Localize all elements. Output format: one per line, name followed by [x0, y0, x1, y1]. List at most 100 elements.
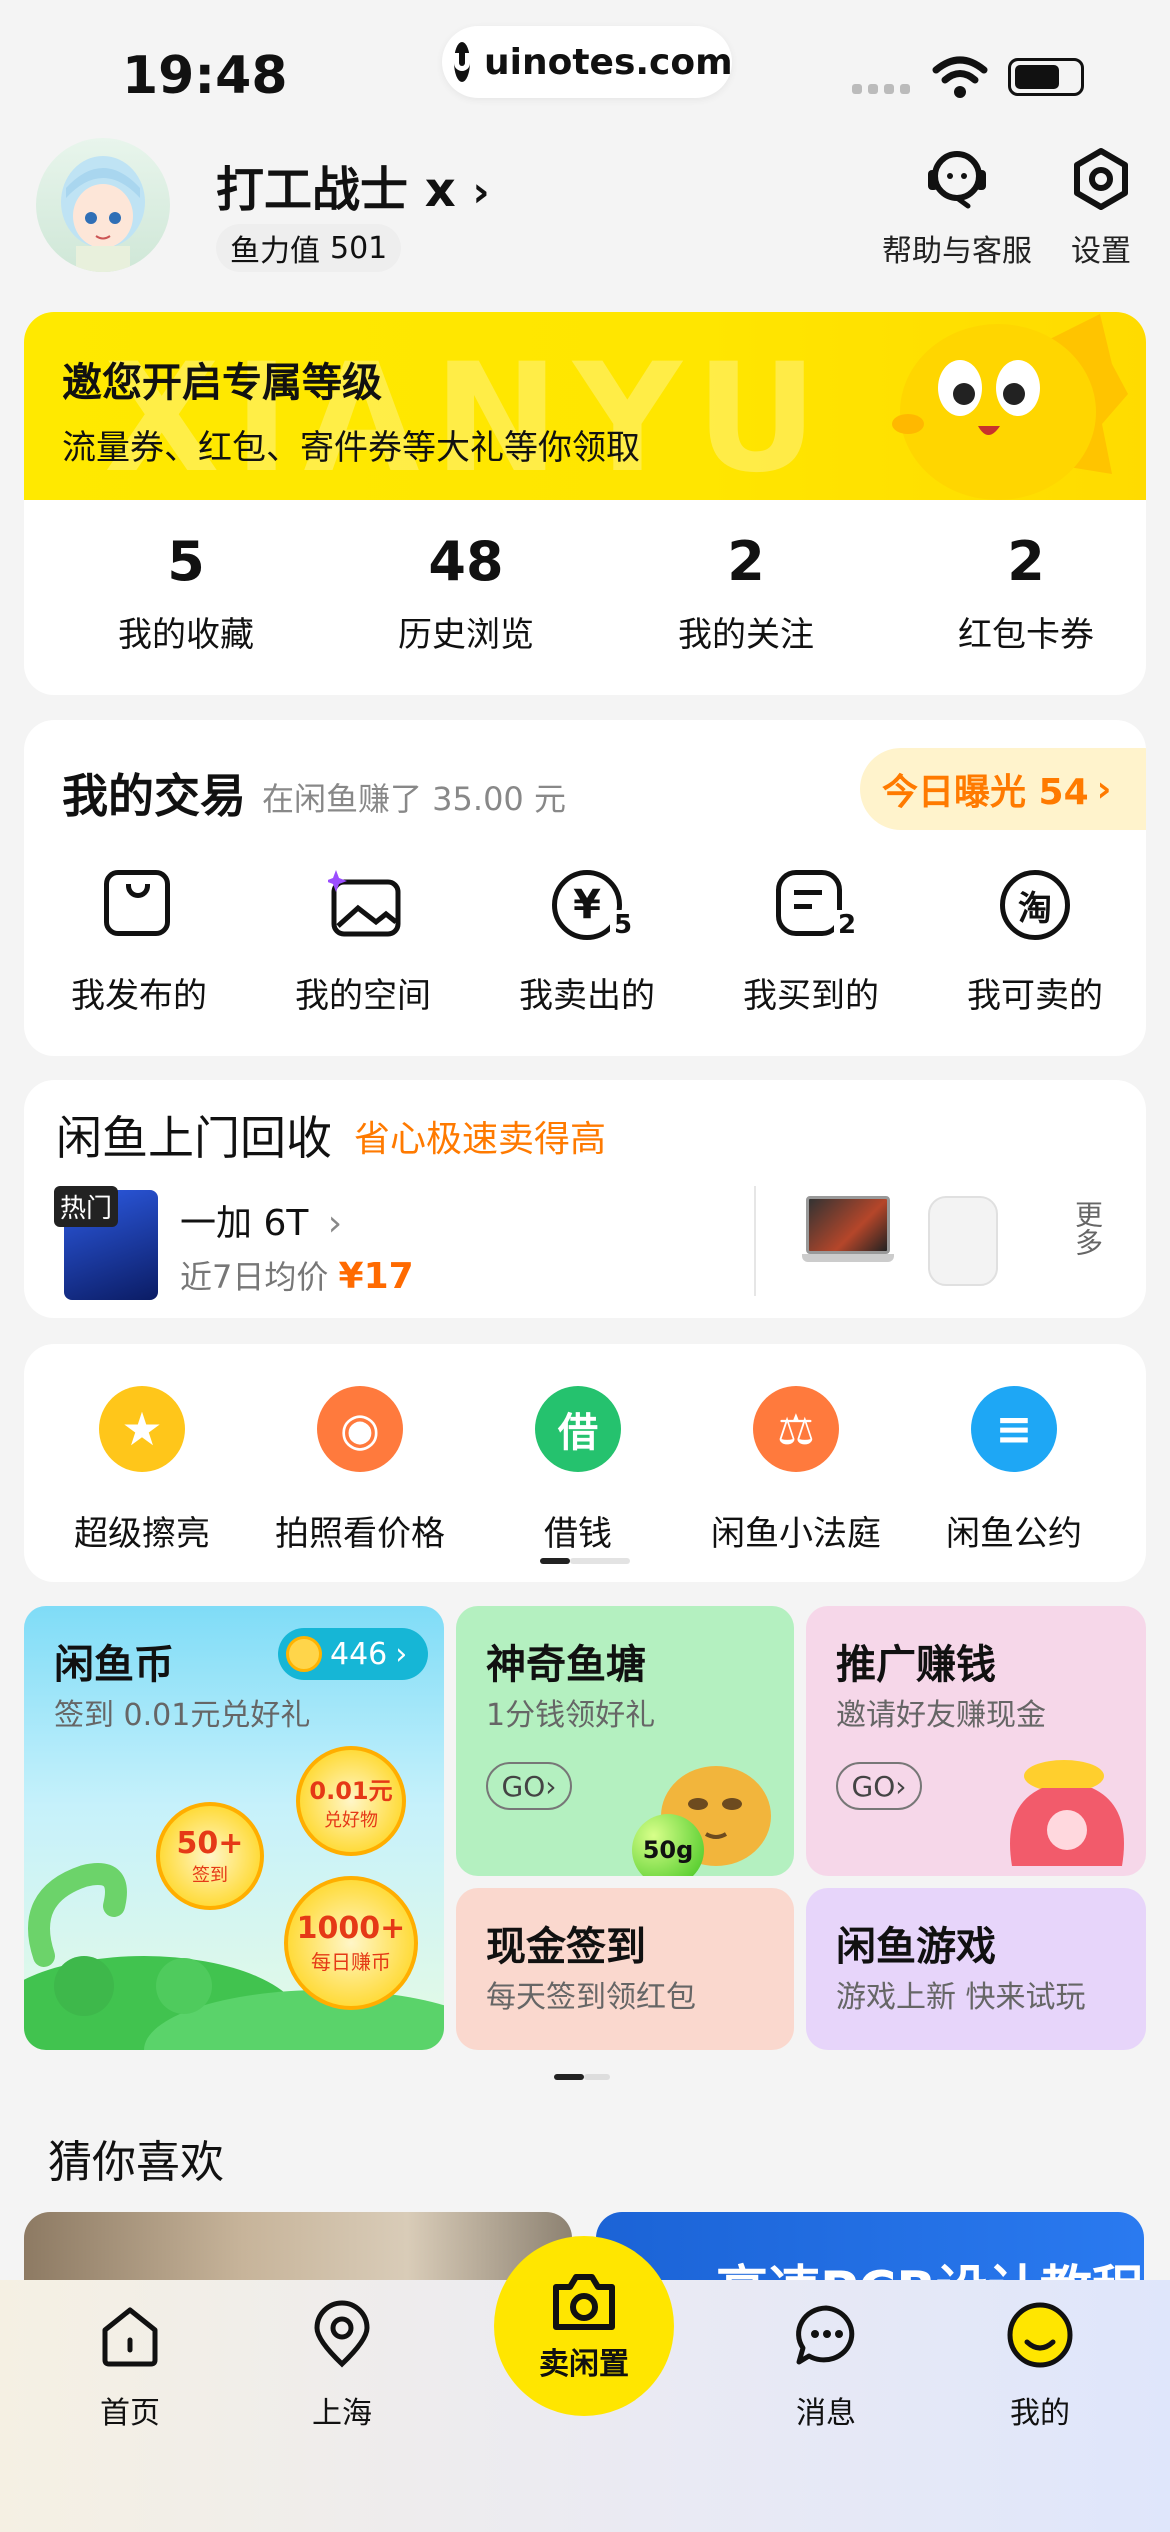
tab-label: 我的 [1010, 2396, 1070, 2431]
promo-go-button[interactable]: GO › [836, 1762, 922, 1810]
stat-favorites-label: 我的收藏 [118, 615, 254, 655]
money-bag-icon [1010, 1760, 1124, 1866]
help-label: 帮助与客服 [882, 234, 1032, 269]
pond-weight: 50g [642, 1836, 694, 1864]
tab-label: 上海 [312, 2396, 372, 2431]
tab-location[interactable]: 上海 [262, 2300, 422, 2432]
device-name[interactable]: 一加 6T › [180, 1194, 342, 1246]
me-icon [1007, 2302, 1073, 2368]
chevron-right-icon: › [1096, 768, 1112, 810]
feature-polish[interactable]: ★ 超级擦亮 [32, 1386, 252, 1555]
games-tile[interactable]: 闲鱼游戏 游戏上新 快来试玩 [806, 1888, 1146, 2050]
go-text: GO [851, 1769, 896, 1803]
earbuds-image[interactable] [928, 1196, 998, 1286]
sparkle-star-icon: ★ [99, 1386, 185, 1472]
tab-home[interactable]: 首页 [50, 2300, 210, 2432]
pond-weight-ball: 50g [632, 1814, 704, 1876]
recycle-title: 闲鱼上门回收 [56, 1111, 332, 1165]
message-icon [796, 2305, 855, 2365]
trade-space[interactable]: 我的空间 [258, 870, 468, 1017]
laptop-image[interactable] [802, 1196, 894, 1286]
feature-label: 超级擦亮 [74, 1514, 210, 1554]
banner-title: 邀您开启专属等级 [62, 360, 382, 406]
more-button[interactable]: 更多 [1070, 1200, 1110, 1264]
exchange-coin-small: 兑好物 [324, 1809, 378, 1831]
tab-label: 消息 [796, 2396, 856, 2431]
feature-borrow[interactable]: 借 借钱 [468, 1386, 688, 1555]
feature-convention[interactable]: ≡ 闲鱼公约 [904, 1386, 1124, 1555]
feature-label: 借钱 [544, 1514, 612, 1554]
home-icon [102, 2307, 158, 2367]
promo-page-indicator [554, 2074, 610, 2080]
avatar[interactable] [36, 138, 170, 272]
level-banner-card: XIANYU 邀您开启专属等级 流量券、红包、寄件券等大礼等你领取 5 我的收藏… [24, 312, 1146, 695]
stat-coupons-label: 红包卡券 [958, 615, 1094, 655]
coin-subtitle: 签到 0.01元兑好礼 [54, 1698, 311, 1733]
recycle-card[interactable]: 闲鱼上门回收 省心极速卖得高 热门 一加 6T › 近7日均价 ¥17 更多 [24, 1080, 1146, 1318]
coin-tile[interactable]: 闲鱼币 446 › 签到 0.01元兑好礼 50+ 签到 0.01元 兑好物 1… [24, 1606, 444, 2050]
guess-title: 猜你喜欢 [48, 2137, 224, 2188]
daily-coin: 1000+ 每日赚币 [284, 1876, 418, 2010]
pond-title: 神奇鱼塘 [486, 1642, 646, 1688]
chevron-right-icon: › [327, 1203, 343, 1244]
stat-following-value: 2 [727, 530, 765, 593]
trade-label: 我买到的 [743, 976, 879, 1016]
trade-label: 我可卖的 [967, 976, 1103, 1016]
help-service-button[interactable]: 帮助与客服 [878, 146, 1036, 270]
page-indicator [540, 1558, 630, 1564]
feature-label: 拍照看价格 [275, 1514, 445, 1554]
sell-button[interactable]: 卖闲置 [494, 2236, 674, 2416]
trade-sold[interactable]: ¥ 5 我卖出的 [482, 870, 692, 1017]
bag-icon [104, 870, 174, 940]
stat-coupons[interactable]: 2 红包卡券 [886, 530, 1146, 656]
level-banner[interactable]: XIANYU 邀您开启专属等级 流量券、红包、寄件券等大礼等你领取 [24, 312, 1146, 506]
promo-earn-tile[interactable]: 推广赚钱 邀请好友赚现金 GO › [806, 1606, 1146, 1876]
user-name-text: 打工战士 x [216, 162, 456, 218]
trade-sold-badge: 5 [610, 910, 637, 940]
exchange-coin: 0.01元 兑好物 [296, 1746, 406, 1856]
borrow-icon: 借 [535, 1386, 621, 1472]
feature-court[interactable]: ⚖ 闲鱼小法庭 [686, 1386, 906, 1555]
cash-signin-tile[interactable]: 现金签到 每天签到领红包 [456, 1888, 794, 2050]
cash-subtitle: 每天签到领红包 [486, 1980, 696, 2015]
trade-published[interactable]: 我发布的 [34, 870, 244, 1017]
stat-history-label: 历史浏览 [398, 615, 534, 655]
pond-tile[interactable]: 神奇鱼塘 1分钱领好礼 GO › 50g [456, 1606, 794, 1876]
power-value: 501 [330, 230, 388, 266]
stat-favorites[interactable]: 5 我的收藏 [46, 530, 326, 656]
wifi-icon [932, 56, 988, 98]
fish-power-badge[interactable]: 鱼力值 501 [216, 224, 402, 272]
tao-icon: 淘 [1000, 870, 1070, 940]
trade-sellable[interactable]: 淘 我可卖的 [930, 870, 1140, 1017]
pond-go-button[interactable]: GO › [486, 1762, 572, 1810]
daily-coin-big: 1000+ [296, 1911, 406, 1946]
tab-me[interactable]: 我的 [960, 2300, 1120, 2432]
trade-bought-badge: 2 [834, 910, 861, 940]
exposure-pill[interactable]: 今日曝光 54 › [860, 748, 1146, 830]
url-pill: uinotes.com [442, 26, 733, 98]
device-name-text: 一加 6T [180, 1203, 309, 1244]
exchange-coin-big: 0.01元 [309, 1776, 393, 1805]
stat-following[interactable]: 2 我的关注 [606, 530, 886, 656]
coin-badge-value: 446 [330, 1636, 388, 1672]
url-text: uinotes.com [484, 41, 733, 83]
tab-messages[interactable]: 消息 [746, 2300, 906, 2432]
stat-history[interactable]: 48 历史浏览 [326, 530, 606, 656]
coin-badge[interactable]: 446 › [278, 1628, 428, 1680]
coin-title: 闲鱼币 [54, 1642, 174, 1688]
trade-bought[interactable]: 2 我买到的 [706, 870, 916, 1017]
avg-price: 近7日均价 ¥17 [180, 1252, 414, 1298]
divider [754, 1186, 756, 1296]
user-name[interactable]: 打工战士 x › [216, 150, 490, 220]
feature-label: 闲鱼小法庭 [711, 1514, 881, 1554]
image-sparkle-icon [325, 870, 401, 940]
cellular-signal-icon [852, 84, 910, 94]
chevron-right-icon: › [895, 1769, 907, 1803]
settings-button[interactable]: 设置 [1062, 146, 1140, 270]
trade-title: 我的交易 [62, 769, 246, 823]
tab-label: 首页 [100, 2396, 160, 2431]
signin-coin-small: 签到 [192, 1864, 228, 1886]
avg-price-value: ¥17 [338, 1256, 414, 1297]
power-label: 鱼力值 [230, 234, 320, 269]
feature-photo-price[interactable]: ◉ 拍照看价格 [250, 1386, 470, 1555]
